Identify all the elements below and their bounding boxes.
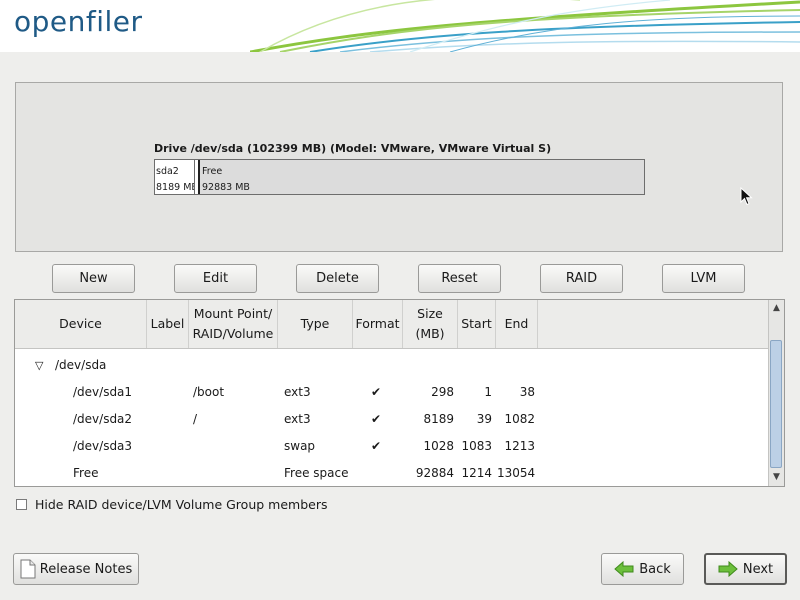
cell-start: 1083 — [461, 439, 492, 453]
cell-device: /dev/sda2 — [73, 412, 133, 426]
cell-mount: / — [193, 412, 198, 426]
document-icon — [20, 559, 36, 579]
table-row-group[interactable]: ▽ /dev/sda — [15, 352, 771, 379]
banner-swoosh-graphic — [250, 0, 800, 52]
group-device: /dev/sda — [55, 358, 107, 372]
cell-type: Free space — [284, 466, 349, 480]
header-mount-line1: Mount Point/ — [193, 306, 273, 321]
lvm-button[interactable]: LVM — [662, 264, 745, 293]
cell-end: 1082 — [504, 412, 535, 426]
partition-table: Device Label Mount Point/ RAID/Volume Ty… — [14, 299, 785, 487]
edit-button[interactable]: Edit — [174, 264, 257, 293]
header-device[interactable]: Device — [15, 300, 147, 348]
release-notes-label: Release Notes — [39, 561, 133, 577]
cell-size: 92884 — [415, 466, 454, 480]
segment-size: 8189 MB — [156, 182, 195, 193]
header-mount-point[interactable]: Mount Point/ RAID/Volume — [189, 300, 278, 348]
format-check-icon: ✔ — [371, 412, 382, 426]
header-end[interactable]: End — [496, 300, 538, 348]
back-button[interactable]: Back — [601, 553, 684, 585]
hide-raid-lvm-label: Hide RAID device/LVM Volume Group member… — [35, 497, 328, 512]
cell-device: /dev/sda1 — [73, 385, 133, 399]
cell-start: 39 — [476, 412, 492, 426]
raid-button[interactable]: RAID — [540, 264, 623, 293]
scroll-down-arrow-icon[interactable]: ▼ — [769, 470, 784, 485]
table-row[interactable]: /dev/sda3 swap ✔ 1028 1083 1213 — [15, 433, 771, 460]
delete-button[interactable]: Delete — [296, 264, 379, 293]
header-size-line1: Size — [417, 306, 443, 321]
header-size-line2: (MB) — [415, 326, 445, 341]
cell-type: swap — [284, 439, 316, 453]
next-label: Next — [742, 561, 774, 577]
next-button[interactable]: Next — [704, 553, 787, 585]
scrollbar-thumb[interactable] — [770, 340, 782, 468]
cell-type: ext3 — [284, 412, 311, 426]
header-label[interactable]: Label — [147, 300, 189, 348]
drive-title: Drive /dev/sda (102399 MB) (Model: VMwar… — [154, 142, 552, 155]
new-button[interactable]: New — [52, 264, 135, 293]
table-scrollbar[interactable]: ▲ ▼ — [768, 300, 784, 486]
cell-end: 38 — [519, 385, 535, 399]
table-row[interactable]: /dev/sda1 /boot ext3 ✔ 298 1 38 — [15, 379, 771, 406]
cell-end: 13054 — [497, 466, 536, 480]
cell-type: ext3 — [284, 385, 311, 399]
segment-name: Free — [202, 166, 223, 177]
mouse-cursor-icon — [740, 187, 753, 206]
release-notes-button[interactable]: Release Notes — [13, 553, 139, 585]
cell-end: 1213 — [504, 439, 535, 453]
table-row[interactable]: /dev/sda2 / ext3 ✔ 8189 39 1082 — [15, 406, 771, 433]
next-arrow-icon — [718, 561, 738, 577]
cell-start: 1214 — [461, 466, 492, 480]
back-arrow-icon — [614, 561, 634, 577]
segment-size: 92883 MB — [202, 182, 250, 193]
expander-triangle-icon[interactable]: ▽ — [35, 352, 43, 379]
openfiler-logo: openfiler — [14, 5, 143, 38]
format-check-icon: ✔ — [371, 385, 382, 399]
cell-mount: /boot — [193, 385, 225, 399]
cell-size: 8189 — [423, 412, 454, 426]
table-row[interactable]: Free Free space 92884 1214 13054 — [15, 460, 771, 486]
hide-raid-lvm-checkbox[interactable] — [16, 499, 27, 510]
header-banner: openfiler — [0, 0, 800, 52]
scroll-up-arrow-icon[interactable]: ▲ — [769, 301, 784, 316]
cell-start: 1 — [484, 385, 492, 399]
partition-segment-free[interactable]: Free 92883 MB — [200, 160, 644, 194]
cell-size: 298 — [431, 385, 454, 399]
header-size[interactable]: Size (MB) — [403, 300, 458, 348]
back-label: Back — [639, 561, 671, 577]
header-start[interactable]: Start — [458, 300, 496, 348]
format-check-icon: ✔ — [371, 439, 382, 453]
header-format[interactable]: Format — [353, 300, 403, 348]
cell-size: 1028 — [423, 439, 454, 453]
header-type[interactable]: Type — [278, 300, 353, 348]
partition-segment-sda2[interactable]: sda2 8189 MB — [155, 160, 195, 194]
table-header: Device Label Mount Point/ RAID/Volume Ty… — [15, 300, 771, 349]
cell-device: Free — [73, 466, 99, 480]
cell-device: /dev/sda3 — [73, 439, 133, 453]
reset-button[interactable]: Reset — [418, 264, 501, 293]
header-mount-line2: RAID/Volume — [192, 326, 274, 341]
hide-raid-lvm-option[interactable]: Hide RAID device/LVM Volume Group member… — [16, 497, 327, 512]
segment-name: sda2 — [156, 166, 179, 177]
drive-partition-bar: sda2 8189 MB Free 92883 MB — [154, 159, 645, 195]
